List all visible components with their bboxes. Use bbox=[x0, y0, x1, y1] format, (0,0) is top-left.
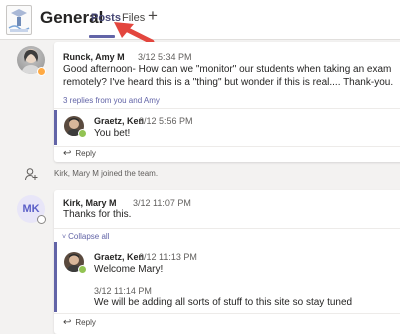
post-timestamp: 3/12 11:07 PM bbox=[133, 198, 191, 208]
post-timestamp: 3/12 5:34 PM bbox=[138, 52, 192, 62]
status-online-icon bbox=[78, 265, 87, 274]
followup-text: We will be adding all sorts of stuff to … bbox=[94, 297, 353, 308]
reply-label: Reply bbox=[75, 318, 96, 327]
post-text: Thanks for this. bbox=[63, 209, 132, 220]
status-away-icon bbox=[37, 67, 46, 76]
system-message: Kirk, Mary M joined the team. bbox=[20, 166, 400, 182]
status-online-icon bbox=[78, 129, 87, 138]
team-logo bbox=[6, 5, 32, 35]
reply-arrow-icon: ↩ bbox=[63, 148, 72, 159]
reply-text: You bet! bbox=[94, 128, 131, 139]
reply-sender[interactable]: Graetz, Ken bbox=[94, 252, 144, 262]
avatar-initials-text: MK bbox=[22, 203, 40, 215]
divider bbox=[54, 313, 400, 314]
chevron-down-icon: ˅ bbox=[62, 234, 67, 241]
reply-text: Welcome Mary! bbox=[94, 264, 164, 275]
post-sender[interactable]: Kirk, Mary M bbox=[63, 198, 117, 208]
status-offline-icon bbox=[37, 215, 46, 224]
thread-indicator bbox=[54, 242, 57, 312]
reply-timestamp: 3/12 11:13 PM bbox=[139, 252, 197, 262]
reply-sender[interactable]: Graetz, Ken bbox=[94, 116, 144, 126]
replies-link[interactable]: 3 replies from you and Amy bbox=[63, 96, 160, 105]
post-card: Runck, Amy M 3/12 5:34 PM Good afternoon… bbox=[54, 42, 400, 162]
thread-indicator bbox=[54, 110, 57, 145]
reply-arrow-icon: ↩ bbox=[63, 317, 72, 328]
channel-header: General Posts Files + bbox=[0, 0, 400, 45]
reply-button[interactable]: ↩ Reply bbox=[63, 317, 96, 328]
reply-label: Reply bbox=[75, 149, 96, 158]
reply-timestamp: 3/12 5:56 PM bbox=[139, 116, 193, 126]
post-card: Kirk, Mary M 3/12 11:07 PM Thanks for th… bbox=[54, 190, 400, 334]
collapse-all-label: Collapse all bbox=[68, 232, 110, 241]
system-message-text: Kirk, Mary M joined the team. bbox=[54, 169, 159, 178]
post-text: Good afternoon- How can we "monitor" our… bbox=[63, 64, 394, 88]
person-joined-icon bbox=[24, 167, 38, 184]
divider bbox=[54, 228, 400, 229]
post-sender[interactable]: Runck, Amy M bbox=[63, 52, 125, 62]
divider bbox=[54, 108, 400, 109]
reply-button[interactable]: ↩ Reply bbox=[63, 148, 96, 159]
divider bbox=[54, 146, 400, 147]
followup-timestamp: 3/12 11:14 PM bbox=[94, 286, 152, 296]
collapse-all-button[interactable]: ˅ Collapse all bbox=[62, 232, 109, 241]
